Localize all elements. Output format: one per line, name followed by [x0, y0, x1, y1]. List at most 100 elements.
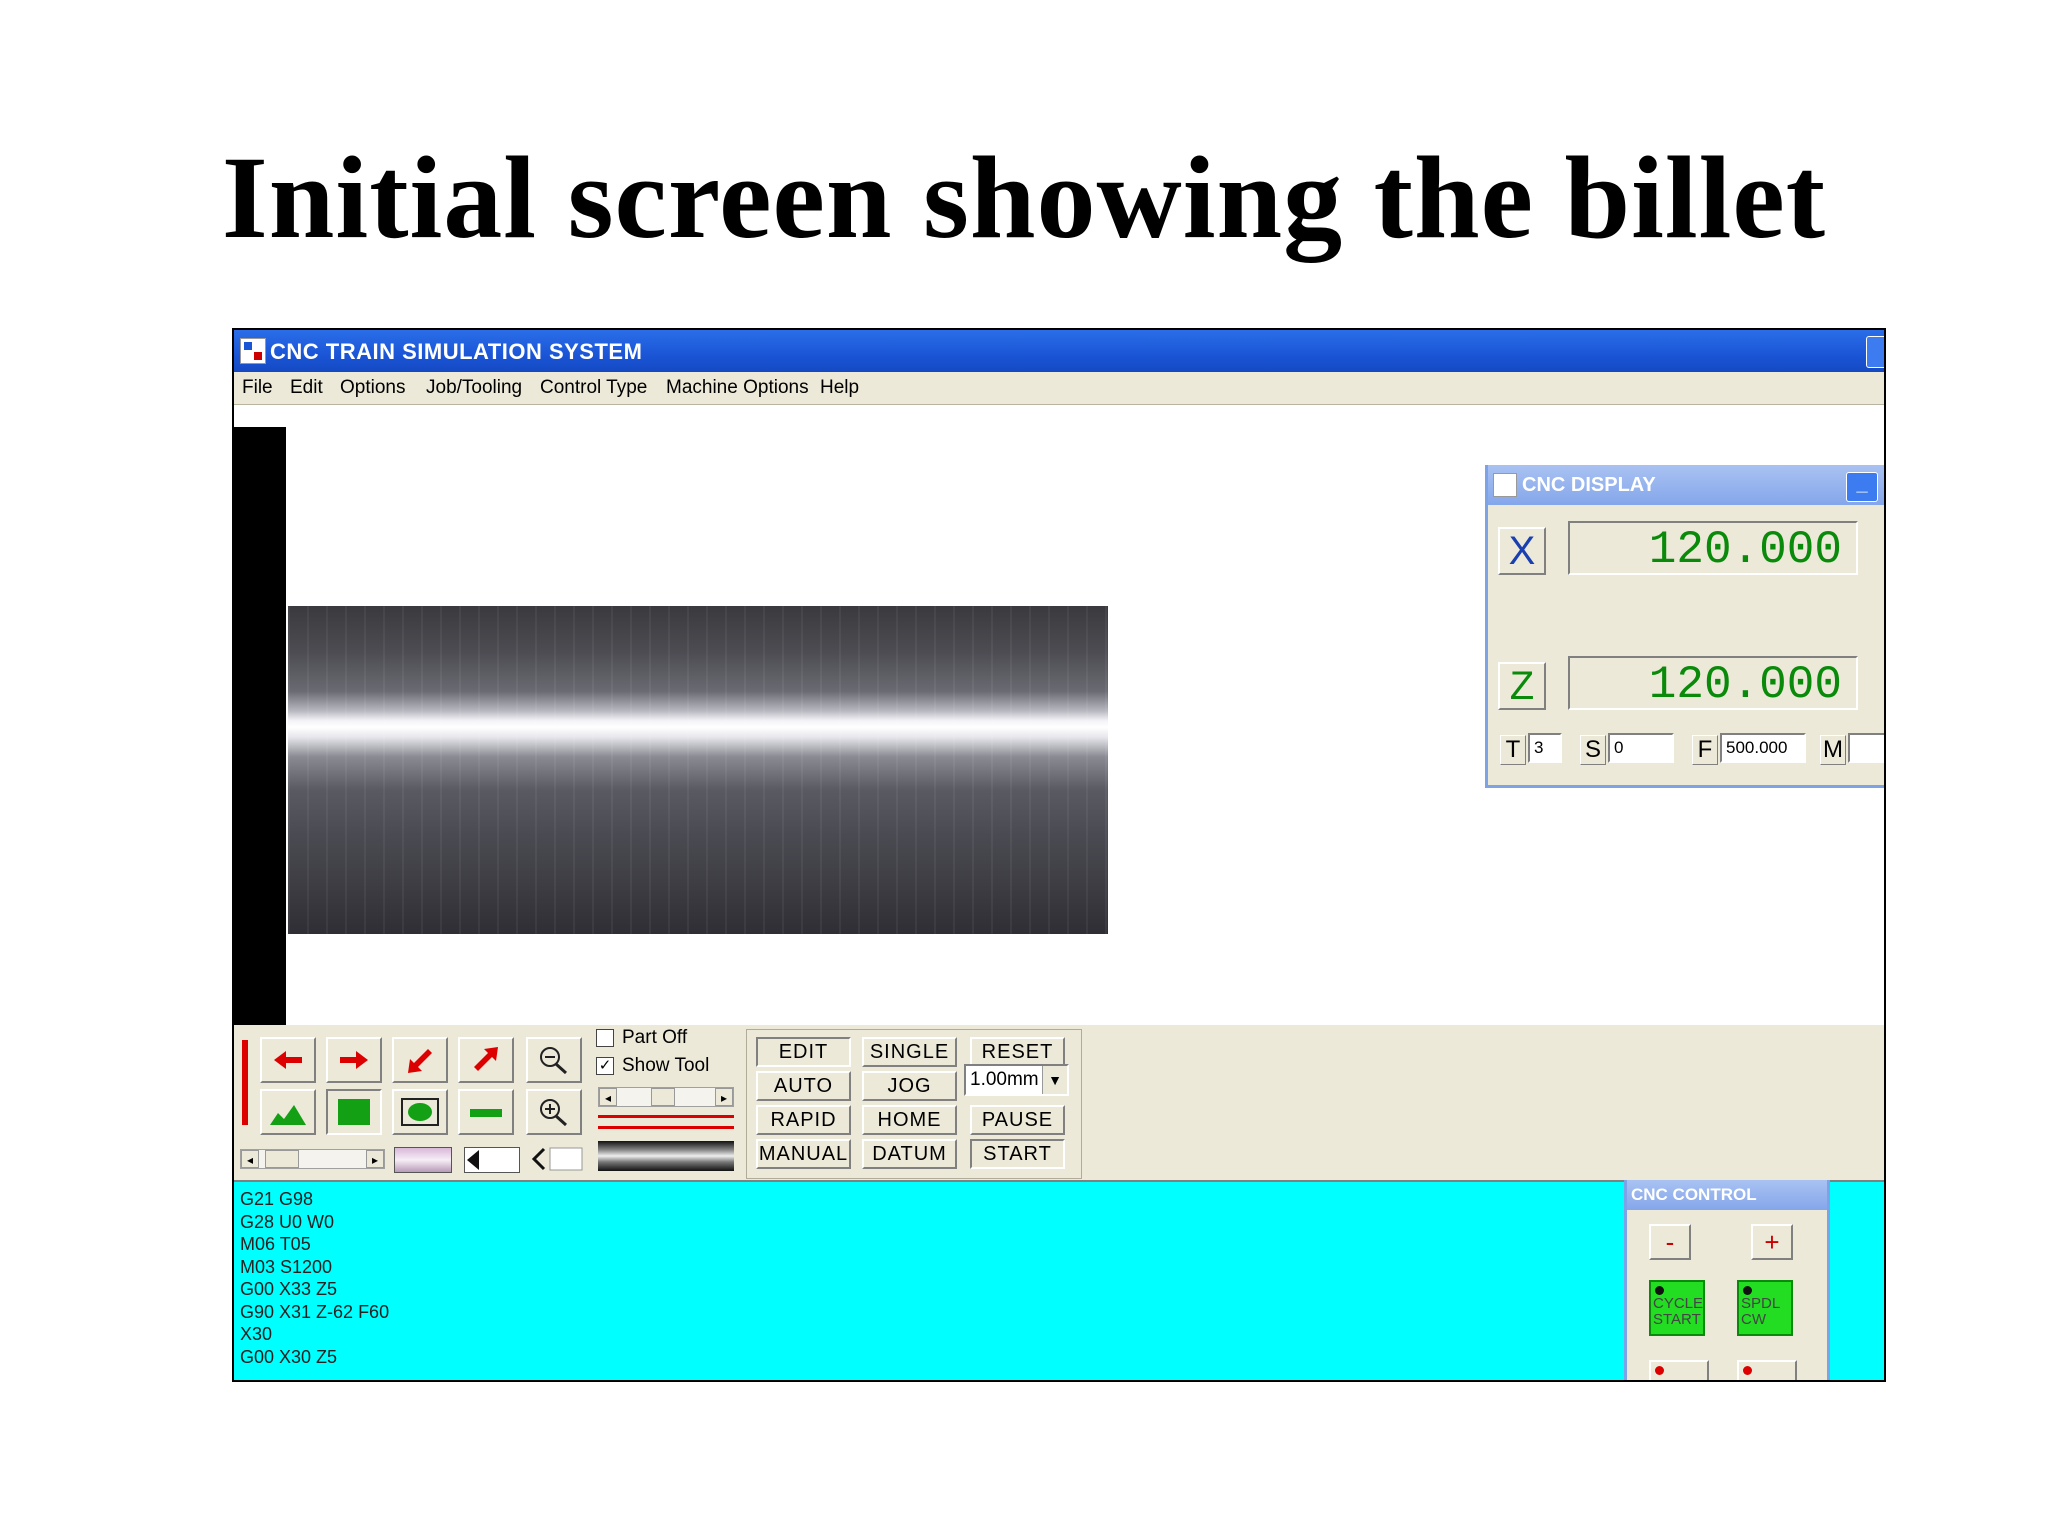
x-readout: 120.000 [1568, 521, 1858, 576]
cycle-start-led [1655, 1286, 1664, 1295]
scroll-right-icon[interactable]: ▸ [366, 1150, 384, 1168]
tool-field[interactable]: 3 [1528, 733, 1562, 763]
tool-path-indicator [598, 1115, 734, 1129]
part-off-checkbox[interactable]: Part Off [596, 1027, 687, 1049]
lower-control-button[interactable] [1649, 1360, 1709, 1380]
z-axis-button[interactable]: Z [1498, 662, 1546, 710]
spindle-cw-label: SPDL CW [1741, 1295, 1780, 1328]
slider-left-icon[interactable]: ◂ [599, 1088, 617, 1106]
control-toolbar: ◂ ▸ Part Off ✓ Show Tool ◂ ▸ EDIT AUTO RA… [234, 1025, 1884, 1180]
bar-view-button[interactable] [458, 1089, 514, 1135]
billet-preview [598, 1141, 734, 1171]
program-line[interactable]: G00 X33 Z5 [240, 1278, 389, 1301]
red-led-icon [1743, 1366, 1752, 1375]
cycle-start-label: CYCLE START [1653, 1295, 1704, 1328]
spindle-cw-button[interactable]: SPDL CW [1737, 1280, 1793, 1336]
zoom-out-button[interactable] [526, 1037, 582, 1083]
simulation-canvas[interactable]: CNC DISPLAY _ X 120.000 Z 120.000 T 3 S … [234, 405, 1884, 1025]
datum-button[interactable]: DATUM [862, 1139, 957, 1169]
program-line[interactable]: M03 S1200 [240, 1256, 389, 1279]
profile-icon [270, 1105, 306, 1125]
cnc-train-window: CNC TRAIN SIMULATION SYSTEM File Edit Op… [232, 328, 1886, 1382]
start-button[interactable]: START [970, 1139, 1065, 1169]
zoom-in-icon [540, 1099, 568, 1127]
reset-button[interactable]: RESET [970, 1037, 1065, 1067]
jog-left-button[interactable] [260, 1037, 316, 1083]
feed-override-slider[interactable]: ◂ ▸ [598, 1087, 734, 1107]
fit-view-icon [401, 1098, 439, 1126]
solid-view-button[interactable] [326, 1089, 382, 1135]
tool-label: T [1500, 735, 1526, 765]
spindle-indicator [242, 1040, 248, 1125]
slider-right-icon[interactable]: ▸ [715, 1088, 733, 1106]
slider-thumb[interactable] [651, 1088, 675, 1106]
menu-job-tooling[interactable]: Job/Tooling [426, 377, 522, 399]
program-line[interactable]: X30 [240, 1323, 389, 1346]
spindle-cw-led [1743, 1286, 1752, 1295]
rapid-mode-button[interactable]: RAPID [756, 1105, 851, 1135]
jog-down-left-button[interactable] [392, 1037, 448, 1083]
menu-options[interactable]: Options [340, 377, 405, 399]
cnc-control-panel: CNC CONTROL - + CYCLE START SPDL CW [1624, 1180, 1830, 1380]
single-block-button[interactable]: SINGLE [862, 1037, 957, 1067]
jog-button[interactable]: JOG [862, 1071, 957, 1101]
edit-mode-button[interactable]: EDIT [756, 1037, 851, 1067]
jog-step-select[interactable]: 1.00mm ▼ [964, 1064, 1069, 1096]
scroll-left-icon[interactable]: ◂ [241, 1150, 259, 1168]
jog-step-value: 1.00mm [970, 1069, 1039, 1090]
program-line[interactable]: G28 U0 W0 [240, 1211, 389, 1234]
app-icon [240, 338, 266, 364]
zoom-in-button[interactable] [526, 1089, 582, 1135]
profile-view-button[interactable] [260, 1089, 316, 1135]
override-plus-button[interactable]: + [1751, 1224, 1793, 1260]
material-swatch[interactable] [394, 1147, 452, 1173]
cnc-display-titlebar[interactable]: CNC DISPLAY _ [1488, 465, 1884, 505]
window-control-button[interactable] [1866, 336, 1884, 368]
scroll-thumb[interactable] [265, 1150, 299, 1168]
show-tool-label: Show Tool [622, 1055, 710, 1076]
show-tool-checkbox[interactable]: ✓ Show Tool [596, 1055, 709, 1077]
pause-button[interactable]: PAUSE [970, 1105, 1065, 1135]
jog-up-right-button[interactable] [458, 1037, 514, 1083]
lathe-chuck [234, 427, 286, 1025]
cycle-start-button[interactable]: CYCLE START [1649, 1280, 1705, 1336]
home-button[interactable]: HOME [862, 1105, 957, 1135]
show-tool-box[interactable]: ✓ [596, 1056, 614, 1075]
auto-mode-button[interactable]: AUTO [756, 1071, 851, 1101]
menu-machine-options[interactable]: Machine Options [666, 377, 809, 399]
program-line[interactable]: G90 X31 Z-62 F60 [240, 1301, 389, 1324]
m-code-field[interactable] [1848, 733, 1884, 763]
part-off-box[interactable] [596, 1028, 614, 1047]
red-led-icon [1655, 1366, 1664, 1375]
override-minus-button[interactable]: - [1649, 1224, 1691, 1260]
menu-control-type[interactable]: Control Type [540, 377, 647, 399]
program-line[interactable]: G00 X30 Z5 [240, 1346, 389, 1369]
program-line[interactable]: G21 G98 [240, 1188, 389, 1211]
manual-mode-button[interactable]: MANUAL [756, 1139, 851, 1169]
menu-help[interactable]: Help [820, 377, 859, 399]
m-code-label: M [1820, 735, 1846, 765]
z-readout: 120.000 [1568, 656, 1858, 711]
arrow-left-icon [274, 1051, 302, 1069]
tool-angle-button[interactable] [530, 1147, 584, 1171]
speed-field[interactable]: 0 [1608, 733, 1674, 763]
menu-edit[interactable]: Edit [290, 377, 323, 399]
horizontal-scrollbar[interactable]: ◂ ▸ [240, 1149, 385, 1169]
x-axis-button[interactable]: X [1498, 527, 1546, 575]
chevron-down-icon[interactable]: ▼ [1042, 1066, 1067, 1094]
cnc-control-title[interactable]: CNC CONTROL [1627, 1180, 1827, 1210]
feed-field[interactable]: 500.000 [1720, 733, 1806, 763]
tool-shape-button[interactable] [464, 1147, 520, 1173]
program-line[interactable]: M06 T05 [240, 1233, 389, 1256]
billet-solid-icon [338, 1099, 370, 1125]
jog-right-button[interactable] [326, 1037, 382, 1083]
arrow-up-right-icon [474, 1047, 498, 1071]
program-lines: G21 G98 G28 U0 W0 M06 T05 M03 S1200 G00 … [240, 1188, 389, 1368]
chevron-left-icon [531, 1147, 583, 1171]
fit-view-button[interactable] [392, 1089, 448, 1135]
menu-file[interactable]: File [242, 377, 273, 399]
window-titlebar[interactable]: CNC TRAIN SIMULATION SYSTEM [234, 330, 1884, 372]
slide-title: Initial screen showing the billet [221, 132, 1827, 263]
minimize-button[interactable]: _ [1846, 472, 1878, 502]
lower-control-button[interactable] [1737, 1360, 1797, 1380]
